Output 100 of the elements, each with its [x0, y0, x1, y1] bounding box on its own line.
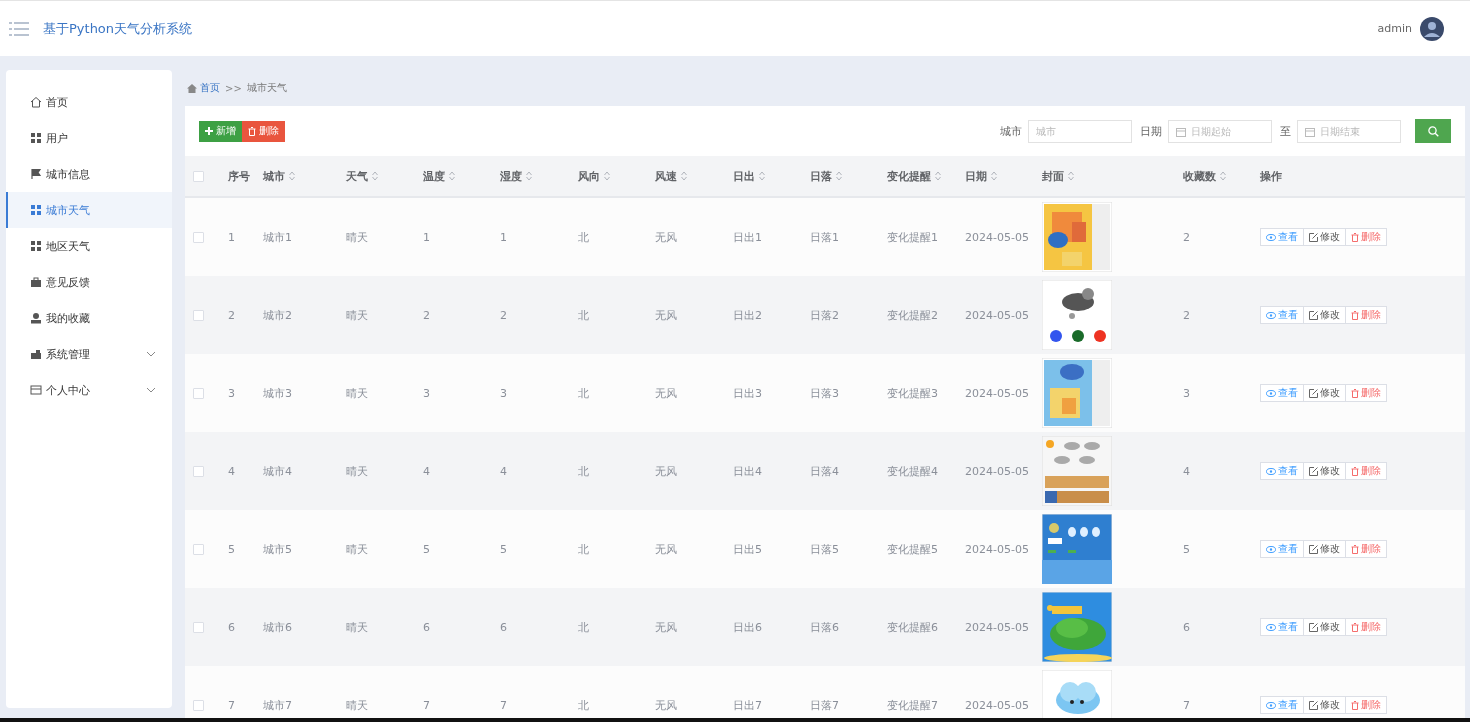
- sort-icon[interactable]: [1068, 171, 1074, 181]
- table-cell: 4: [423, 464, 430, 478]
- delete-button[interactable]: 删除: [1345, 462, 1387, 480]
- edit-icon: [1309, 700, 1318, 710]
- table-cell: 晴天: [346, 541, 368, 557]
- sidebar-item[interactable]: 用户: [6, 120, 172, 156]
- sort-icon[interactable]: [289, 171, 295, 181]
- table-cell: 日落2: [810, 307, 839, 323]
- sort-icon[interactable]: [935, 171, 941, 181]
- view-button[interactable]: 查看: [1260, 228, 1304, 246]
- edit-button[interactable]: 修改: [1303, 618, 1346, 636]
- table-cell: 北: [578, 307, 589, 323]
- sidebar-item[interactable]: 系统管理: [6, 336, 172, 372]
- home-icon: [30, 96, 42, 108]
- view-button[interactable]: 查看: [1260, 462, 1304, 480]
- edit-button[interactable]: 修改: [1303, 462, 1346, 480]
- sort-icon[interactable]: [372, 171, 378, 181]
- checkbox[interactable]: [193, 309, 204, 321]
- table-cell: 4: [1183, 464, 1190, 478]
- sort-icon[interactable]: [681, 171, 687, 181]
- sidebar-item[interactable]: 首页: [6, 84, 172, 120]
- table-cell: 2024-05-05: [965, 386, 1029, 400]
- table-cell: 城市7: [263, 697, 292, 713]
- view-button[interactable]: 查看: [1260, 384, 1304, 402]
- grid-icon: [30, 240, 42, 252]
- table-cell: 晴天: [346, 463, 368, 479]
- checkbox[interactable]: [193, 387, 204, 399]
- checkbox[interactable]: [193, 170, 204, 182]
- table-cell: 3: [423, 386, 430, 400]
- avatar-icon[interactable]: [1420, 16, 1444, 41]
- table-cell: 2: [1183, 230, 1190, 244]
- edit-button[interactable]: 修改: [1303, 228, 1346, 246]
- table-cell: 7: [423, 698, 430, 712]
- trash-icon: [1351, 544, 1359, 554]
- table-cell: 2024-05-05: [965, 464, 1029, 478]
- sort-icon[interactable]: [1220, 171, 1226, 181]
- edit-button[interactable]: 修改: [1303, 306, 1346, 324]
- sort-icon[interactable]: [759, 171, 765, 181]
- table-cell: 2024-05-05: [965, 230, 1029, 244]
- sidebar-item[interactable]: 个人中心: [6, 372, 172, 408]
- checkbox[interactable]: [193, 621, 204, 633]
- sidebar-item[interactable]: 城市信息: [6, 156, 172, 192]
- table-cell: 日落4: [810, 463, 839, 479]
- search-field[interactable]: 城市: [1028, 119, 1132, 143]
- menu-icon[interactable]: [9, 20, 29, 37]
- sidebar-item[interactable]: 城市天气: [6, 192, 172, 228]
- table-cell: 无风: [655, 307, 677, 323]
- table-cell: 3: [228, 386, 235, 400]
- trash-icon: [1351, 388, 1359, 398]
- table-cell: 北: [578, 541, 589, 557]
- app-title: 基于Python天气分析系统: [43, 19, 193, 38]
- checkbox[interactable]: [193, 699, 204, 711]
- sort-icon[interactable]: [991, 171, 997, 181]
- sort-icon[interactable]: [526, 171, 532, 181]
- column-header: 封面: [1042, 168, 1064, 184]
- sort-icon[interactable]: [836, 171, 842, 181]
- view-button[interactable]: 查看: [1260, 696, 1304, 714]
- table-cell: 日出7: [733, 697, 762, 713]
- sidebar-item[interactable]: 我的收藏: [6, 300, 172, 336]
- breadcrumb-link[interactable]: 首页: [200, 81, 220, 95]
- table-cell: 日落5: [810, 541, 839, 557]
- user-name[interactable]: admin: [1377, 22, 1412, 35]
- table-cell: 5: [500, 542, 507, 556]
- delete-button[interactable]: 删除: [1345, 228, 1387, 246]
- table-cell: 2024-05-05: [965, 698, 1029, 712]
- breadcrumb-current: 城市天气: [246, 81, 287, 95]
- view-button[interactable]: 查看: [1260, 618, 1304, 636]
- table-cell: 北: [578, 385, 589, 401]
- delete-button[interactable]: 删除: [1345, 306, 1387, 324]
- edit-button[interactable]: 修改: [1303, 696, 1346, 714]
- delete-button[interactable]: 删除: [1345, 384, 1387, 402]
- checkbox[interactable]: [193, 543, 204, 555]
- column-header: 序号: [228, 168, 250, 184]
- view-button[interactable]: 查看: [1260, 540, 1304, 558]
- delete-button[interactable]: 删除: [1345, 618, 1387, 636]
- edit-button[interactable]: 修改: [1303, 384, 1346, 402]
- table-cell: 7: [1183, 698, 1190, 712]
- edit-icon: [1309, 310, 1318, 320]
- sort-icon[interactable]: [449, 171, 455, 181]
- eye-icon: [1266, 545, 1276, 553]
- field-label: 城市: [1000, 123, 1022, 139]
- checkbox[interactable]: [193, 231, 204, 243]
- table-cell: 城市6: [263, 619, 292, 635]
- sidebar-item[interactable]: 地区天气: [6, 228, 172, 264]
- delete-button[interactable]: 删除: [242, 120, 285, 142]
- search-button[interactable]: [1415, 119, 1451, 143]
- add-button[interactable]: 新增: [199, 120, 242, 142]
- breadcrumb-separator: >>: [225, 82, 242, 94]
- table-cell: 城市3: [263, 385, 292, 401]
- sidebar-item[interactable]: 意见反馈: [6, 264, 172, 300]
- view-button[interactable]: 查看: [1260, 306, 1304, 324]
- checkbox[interactable]: [193, 465, 204, 477]
- table-cell: 6: [1183, 620, 1190, 634]
- table-cell: 6: [500, 620, 507, 634]
- table-cell: 无风: [655, 619, 677, 635]
- sort-icon[interactable]: [604, 171, 610, 181]
- table-cell: 无风: [655, 463, 677, 479]
- delete-button[interactable]: 删除: [1345, 696, 1387, 714]
- delete-button[interactable]: 删除: [1345, 540, 1387, 558]
- edit-button[interactable]: 修改: [1303, 540, 1346, 558]
